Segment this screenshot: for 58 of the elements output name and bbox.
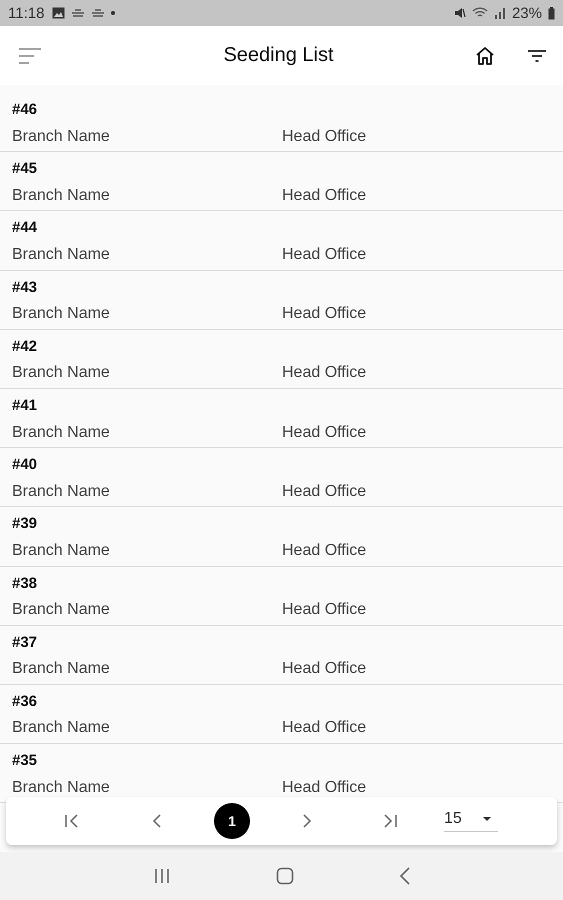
caret-icon — [482, 816, 492, 822]
next-page-icon[interactable] — [302, 814, 312, 828]
field-value: Head Office — [282, 186, 366, 205]
filter-icon[interactable] — [527, 48, 547, 62]
field-value: Head Office — [282, 305, 366, 324]
field-value: Head Office — [282, 660, 366, 678]
page-button[interactable]: 1 — [214, 803, 250, 839]
first-page-icon[interactable] — [64, 814, 80, 828]
recent-apps-icon[interactable] — [152, 868, 170, 884]
field-label: Branch Name — [12, 778, 111, 797]
menu-icon[interactable] — [18, 46, 42, 64]
field-value: Head Office — [282, 482, 366, 501]
record-number: #36 — [12, 692, 38, 712]
field-value: Head Office — [282, 246, 366, 264]
field-value: Head Office — [282, 364, 366, 382]
field-label: Branch Name — [12, 424, 111, 442]
record-number: #41 — [12, 396, 38, 416]
dot-icon — [111, 11, 116, 15]
field-value: Head Office — [282, 719, 366, 738]
field-label: Branch Name — [12, 305, 111, 324]
wifi-icon — [472, 7, 488, 19]
page-title: Seeding List — [222, 44, 335, 67]
field-label: Branch Name — [12, 364, 111, 382]
field-label: Branch Name — [12, 542, 111, 560]
battery-icon — [548, 6, 555, 20]
record-number: #43 — [12, 278, 38, 298]
field-label: Branch Name — [12, 482, 111, 501]
field-label: Branch Name — [12, 128, 111, 146]
field-label: Branch Name — [12, 719, 111, 738]
home-button-icon[interactable] — [276, 867, 294, 885]
signal-icon — [494, 7, 506, 19]
field-value: Head Office — [282, 424, 366, 442]
battery-level: 23% — [512, 4, 542, 22]
record-number: #42 — [12, 336, 38, 357]
status-time: 11:18 — [8, 4, 44, 22]
record-number: #37 — [12, 632, 38, 653]
previous-page-icon[interactable] — [152, 814, 162, 828]
record-number: #44 — [12, 218, 38, 238]
field-label: Branch Name — [12, 186, 111, 205]
field-value: Head Office — [282, 542, 366, 560]
field-label: Branch Name — [12, 601, 111, 620]
home-icon[interactable] — [475, 46, 495, 66]
field-value: Head Office — [282, 778, 366, 797]
record-number: #35 — [12, 751, 38, 772]
record-number: #40 — [12, 455, 38, 476]
image-icon — [52, 7, 66, 19]
record-number: #39 — [12, 514, 38, 534]
record-number: #45 — [12, 159, 38, 180]
record-number: #38 — [12, 574, 38, 594]
record-number: #46 — [12, 100, 38, 120]
field-label: Branch Name — [12, 660, 111, 678]
per-page-select[interactable]: 15 — [444, 810, 498, 832]
last-page-icon[interactable] — [382, 814, 398, 828]
mute-icon — [454, 7, 466, 19]
field-value: Head Office — [282, 128, 366, 146]
back-icon[interactable] — [398, 867, 410, 885]
field-label: Branch Name — [12, 246, 111, 264]
field-value: Head Office — [282, 601, 366, 620]
